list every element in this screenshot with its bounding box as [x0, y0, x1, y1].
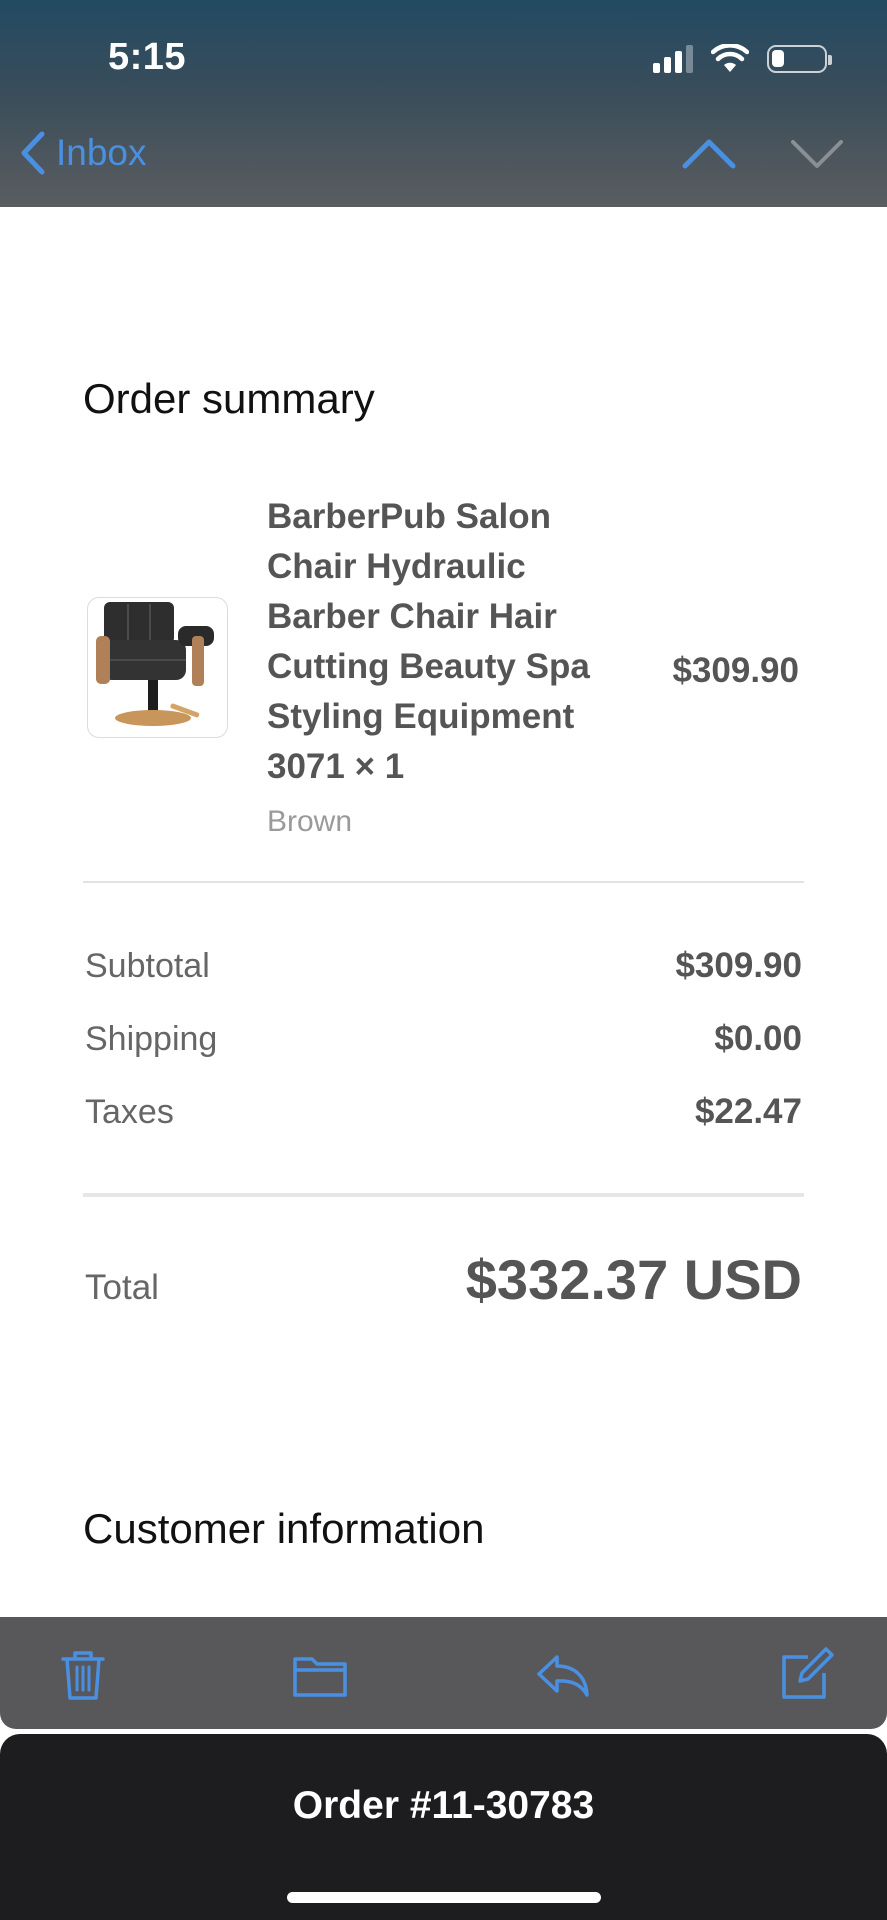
product-image[interactable] — [87, 597, 228, 738]
taxes-value: $22.47 — [694, 1092, 802, 1131]
taxes-row: Taxes $22.47 — [85, 1092, 802, 1132]
shipping-row: Shipping $0.00 — [85, 1019, 802, 1059]
subtotal-row: Subtotal $309.90 — [85, 946, 802, 986]
back-button[interactable]: Inbox — [18, 130, 147, 176]
compose-icon — [782, 1647, 834, 1699]
mail-toolbar — [0, 1617, 887, 1729]
product-price: $309.90 — [672, 651, 799, 690]
chevron-left-icon — [21, 131, 45, 175]
home-indicator[interactable] — [287, 1892, 601, 1903]
back-label: Inbox — [56, 132, 147, 173]
salon-chair-icon — [96, 602, 214, 726]
total-row: Total $332.37 USD — [85, 1247, 802, 1312]
shipping-value: $0.00 — [714, 1019, 802, 1058]
folder-icon — [293, 1657, 347, 1697]
taxes-label: Taxes — [85, 1093, 174, 1131]
subtotal-label: Subtotal — [85, 947, 210, 985]
divider — [83, 881, 804, 883]
status-icons — [653, 42, 832, 76]
top-bar: 5:15 Inbox — [0, 0, 887, 207]
reply-icon — [537, 1655, 589, 1697]
product-variant: Brown — [267, 805, 353, 838]
battery-icon — [767, 45, 832, 73]
chevron-up-icon — [682, 139, 736, 169]
status-time: 5:15 — [108, 36, 187, 78]
trash-icon — [61, 1651, 105, 1700]
message-nav — [679, 134, 847, 174]
wifi-icon — [711, 44, 749, 72]
total-value: $332.37 USD — [465, 1248, 802, 1311]
reply-button[interactable] — [535, 1647, 591, 1703]
total-label: Total — [85, 1268, 159, 1307]
customer-information-heading: Customer information — [83, 1505, 485, 1552]
cellular-signal-icon — [653, 45, 693, 73]
chevron-down-icon — [791, 140, 843, 168]
subtotal-value: $309.90 — [675, 946, 802, 985]
move-to-folder-button[interactable] — [292, 1647, 348, 1703]
order-summary-heading: Order summary — [83, 375, 375, 422]
shipping-label: Shipping — [85, 1020, 218, 1058]
previous-message-button[interactable] — [679, 134, 739, 174]
compose-button[interactable] — [778, 1647, 834, 1703]
email-body[interactable]: Order summary BarberPub Salon Chair Hydr… — [0, 207, 887, 1617]
next-message-button[interactable] — [787, 134, 847, 174]
bottom-sheet[interactable]: Order #11-30783 — [0, 1734, 887, 1920]
total-divider — [83, 1193, 804, 1197]
product-name[interactable]: BarberPub Salon Chair Hydraulic Barber C… — [267, 492, 627, 792]
delete-button[interactable] — [55, 1647, 111, 1703]
sheet-title[interactable]: Order #11-30783 — [0, 1784, 887, 1828]
